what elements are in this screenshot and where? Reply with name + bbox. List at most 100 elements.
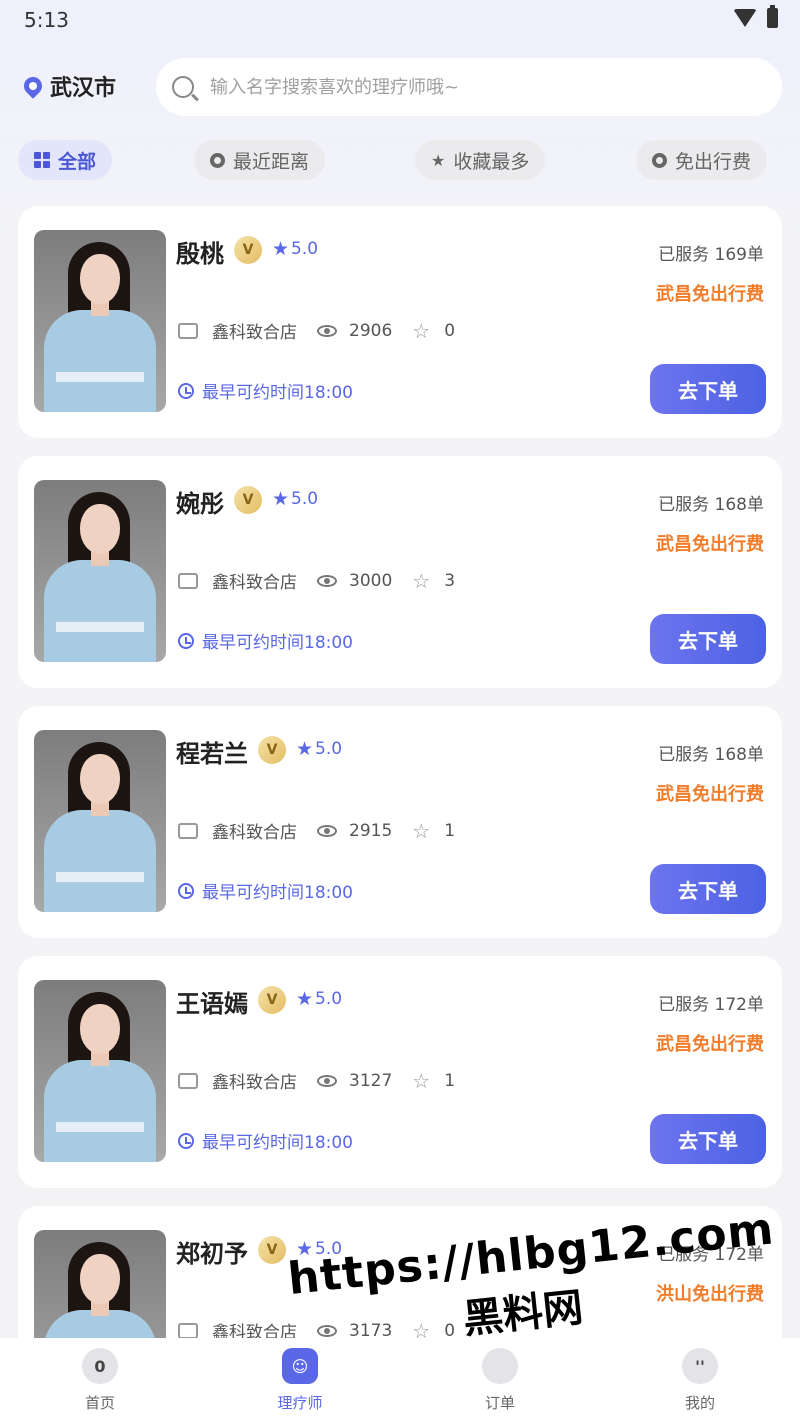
view-count: 3127: [349, 1070, 393, 1091]
vip-badge-icon: V: [258, 736, 286, 764]
therapist-name: 王语嫣: [176, 990, 248, 1018]
therapist-photo: [34, 730, 166, 912]
therapist-name: 殷桃: [176, 240, 224, 268]
home-icon: 0: [82, 1348, 118, 1384]
filter-label: 免出行费: [675, 150, 752, 173]
filter-label: 收藏最多: [453, 150, 530, 173]
search-icon: [172, 76, 194, 98]
city-selector[interactable]: 武汉市: [20, 70, 117, 102]
eye-icon: [317, 574, 337, 587]
order-button[interactable]: 去下单: [650, 364, 766, 414]
star-icon: ★: [431, 150, 446, 170]
rating: ★ 5.0: [272, 488, 318, 510]
store-name: 鑫科致合店: [212, 573, 297, 593]
clock-icon: [178, 882, 194, 899]
search-bar[interactable]: [156, 58, 782, 116]
order-button[interactable]: 去下单: [650, 864, 766, 914]
favorite-count: 1: [444, 820, 456, 841]
clock-icon: [178, 632, 194, 649]
order-button[interactable]: 去下单: [650, 614, 766, 664]
order-icon: [482, 1348, 518, 1384]
eye-icon: [317, 1074, 337, 1087]
rating: ★ 5.0: [272, 238, 318, 260]
star-icon: ★: [296, 988, 314, 1010]
therapist-card[interactable]: 王语嫣 V ★ 5.0 已服务 172单 武昌免出行费 鑫科致合店 3127 ☆ …: [18, 956, 782, 1188]
earliest-time-label: 最早可约时间18:00: [202, 383, 353, 403]
therapist-name: 婉彤: [176, 490, 224, 518]
vip-badge-icon: V: [258, 986, 286, 1014]
nav-orders[interactable]: 订单: [440, 1348, 560, 1413]
nav-profile[interactable]: '' 我的: [640, 1348, 760, 1413]
therapist-name: 程若兰: [176, 740, 248, 768]
filter-most-favorited[interactable]: ★ 收藏最多: [415, 140, 546, 180]
meta-row: 鑫科致合店 3127 ☆ 1: [178, 1068, 455, 1093]
order-button[interactable]: 去下单: [650, 1114, 766, 1164]
location-icon: [210, 152, 225, 168]
rating-value: 5.0: [315, 739, 343, 759]
rating-value: 5.0: [291, 239, 319, 259]
served-count: 已服务 172单: [658, 995, 764, 1015]
favorite-icon: ☆: [412, 568, 431, 593]
earliest-time: 最早可约时间18:00: [178, 628, 353, 653]
store-icon: [178, 1072, 198, 1089]
status-icons: [733, 5, 778, 28]
nav-home[interactable]: 0 首页: [40, 1348, 160, 1413]
store-icon: [178, 322, 198, 339]
nav-label: 订单: [484, 1394, 515, 1412]
rating: ★ 5.0: [296, 1238, 342, 1260]
therapist-card[interactable]: 殷桃 V ★ 5.0 已服务 169单 武昌免出行费 鑫科致合店 2906 ☆ 0…: [18, 206, 782, 438]
vip-badge-icon: V: [234, 236, 262, 264]
free-fee-tag: 武昌免出行费: [656, 284, 764, 305]
favorite-icon: ☆: [412, 818, 431, 843]
favorite-icon: ☆: [412, 1068, 431, 1093]
favorite-count: 1: [444, 1070, 456, 1091]
vip-badge-icon: V: [258, 1236, 286, 1264]
therapist-name: 郑初予: [176, 1240, 248, 1268]
served-count: 已服务 168单: [658, 495, 764, 515]
therapist-photo: [34, 230, 166, 412]
earliest-time-label: 最早可约时间18:00: [202, 1133, 353, 1153]
eye-icon: [317, 324, 337, 337]
star-icon: ★: [272, 238, 290, 260]
earliest-time-label: 最早可约时间18:00: [202, 633, 353, 653]
status-time: 5:13: [24, 8, 69, 32]
filter-free-travel[interactable]: 免出行费: [636, 140, 768, 180]
filter-all[interactable]: 全部: [18, 140, 113, 180]
earliest-time: 最早可约时间18:00: [178, 878, 353, 903]
rating-value: 5.0: [291, 489, 319, 509]
nav-label: 我的: [684, 1394, 715, 1412]
star-icon: ★: [272, 488, 290, 510]
rating: ★ 5.0: [296, 988, 342, 1010]
city-name: 武汉市: [50, 76, 117, 101]
filter-nearest[interactable]: 最近距离: [194, 140, 326, 180]
store-icon: [178, 572, 198, 589]
rating-value: 5.0: [315, 989, 343, 1009]
search-input[interactable]: [210, 76, 750, 98]
free-fee-tag: 洪山免出行费: [656, 1284, 764, 1305]
view-count: 3000: [349, 570, 393, 591]
store-name: 鑫科致合店: [212, 823, 297, 843]
store-name: 鑫科致合店: [212, 1073, 297, 1093]
meta-row: 鑫科致合店 2906 ☆ 0: [178, 318, 455, 343]
nav-therapist[interactable]: ☺ 理疗师: [240, 1348, 360, 1413]
therapist-photo: [34, 480, 166, 662]
therapist-card[interactable]: 婉彤 V ★ 5.0 已服务 168单 武昌免出行费 鑫科致合店 3000 ☆ 3…: [18, 456, 782, 688]
earliest-time: 最早可约时间18:00: [178, 378, 353, 403]
clock-icon: [178, 382, 194, 399]
status-bar: 5:13: [0, 0, 800, 44]
therapist-card[interactable]: 程若兰 V ★ 5.0 已服务 168单 武昌免出行费 鑫科致合店 2915 ☆ …: [18, 706, 782, 938]
star-icon: ★: [296, 1238, 314, 1260]
rating-value: 5.0: [315, 1239, 343, 1259]
favorite-icon: ☆: [412, 318, 431, 343]
coin-icon: [652, 152, 667, 168]
store-name: 鑫科致合店: [212, 323, 297, 343]
store-icon: [178, 822, 198, 839]
served-count: 已服务 169单: [658, 245, 764, 265]
therapist-icon: ☺: [282, 1348, 318, 1384]
star-icon: ★: [296, 738, 314, 760]
battery-icon: [767, 5, 778, 28]
eye-icon: [317, 1324, 337, 1337]
filter-label: 最近距离: [233, 150, 310, 173]
nav-label: 首页: [84, 1394, 115, 1412]
store-icon: [178, 1322, 198, 1339]
